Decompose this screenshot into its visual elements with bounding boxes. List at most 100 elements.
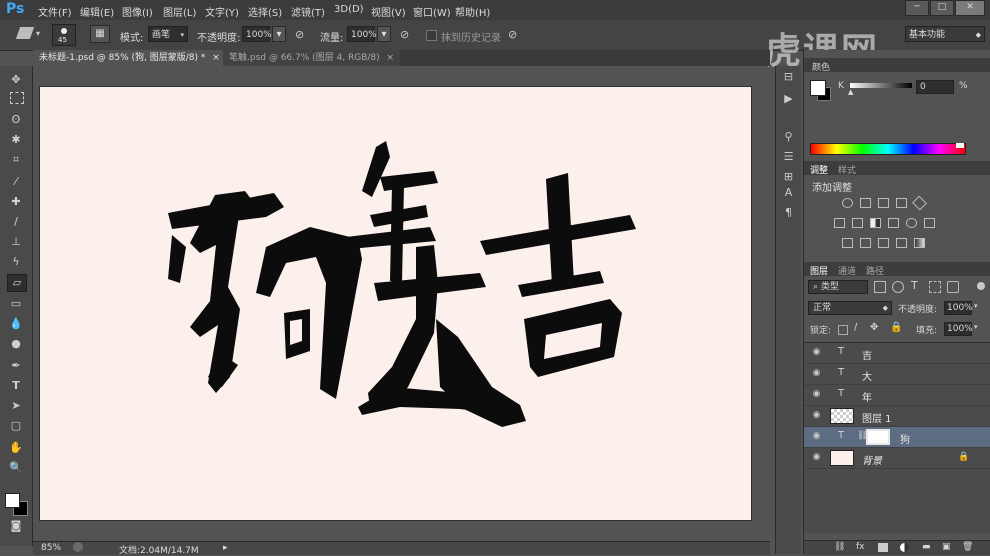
path-selection-tool-icon[interactable]: ➤ [7, 398, 25, 414]
threshold-icon[interactable] [878, 238, 889, 248]
tab-color[interactable]: 颜色 [812, 60, 830, 73]
filter-type-icon[interactable]: T [911, 279, 918, 292]
brush-presets-icon[interactable]: ⚲ [781, 130, 796, 144]
opacity-dropdown-icon[interactable]: ▾ [272, 26, 286, 42]
layer-row-nian[interactable]: ◉ T 年 [804, 385, 990, 406]
clone-stamp-tool-icon[interactable]: ⊥ [7, 234, 25, 250]
airbrush-icon[interactable]: ⊘ [400, 28, 409, 41]
layer-row-background[interactable]: ◉ 背景 🔒 [804, 448, 990, 469]
paragraph-panel-icon[interactable]: ¶ [781, 206, 796, 220]
magic-wand-tool-icon[interactable]: ✱ [7, 132, 25, 148]
menu-edit[interactable]: 编辑(E) [80, 4, 114, 19]
color-balance-icon[interactable] [852, 218, 863, 228]
eye-icon[interactable]: ◉ [811, 390, 822, 399]
new-layer-icon[interactable]: ▣ [942, 542, 951, 552]
eye-icon[interactable]: ◉ [811, 411, 822, 420]
quick-mask-icon[interactable]: ◙ [7, 518, 25, 534]
layer-row-gou-selected[interactable]: ◉ T ⛓ 狗 [804, 427, 990, 448]
marquee-tool-icon[interactable] [10, 92, 24, 104]
new-adjustment-icon[interactable] [900, 543, 909, 552]
erase-history-checkbox[interactable] [426, 30, 437, 41]
layer-style-icon[interactable]: fx [856, 542, 865, 552]
menu-view[interactable]: 视图(V) [371, 4, 406, 19]
tab-adjustments[interactable]: 调整 [810, 163, 828, 176]
new-group-icon[interactable]: ▬ [922, 542, 931, 552]
blur-tool-icon[interactable]: 💧 [7, 316, 25, 332]
tab-document-1[interactable]: 未标题-1.psd @ 85% (狗, 图层蒙版/8) * × [33, 50, 226, 66]
history-panel-icon[interactable]: ⊟ [781, 70, 796, 84]
actions-panel-icon[interactable]: ▶ [781, 92, 796, 106]
filter-smart-object-icon[interactable] [947, 281, 959, 293]
character-panel-icon[interactable]: A [781, 186, 796, 200]
add-mask-icon[interactable] [878, 543, 888, 552]
brightness-icon[interactable] [842, 198, 853, 208]
fill-field[interactable]: 100% [944, 322, 973, 336]
eraser-tool-icon[interactable]: ▱ [7, 274, 27, 292]
menu-type[interactable]: 文字(Y) [205, 4, 239, 19]
menu-window[interactable]: 窗口(W) [413, 4, 451, 19]
pressure-opacity-icon[interactable]: ⊘ [295, 28, 304, 41]
levels-icon[interactable] [860, 198, 871, 208]
zoom-level[interactable]: 85% [41, 543, 61, 553]
menu-image[interactable]: 图像(I) [122, 4, 153, 19]
layer-row-da[interactable]: ◉ T 大 [804, 364, 990, 385]
hand-tool-icon[interactable]: ✋ [7, 440, 25, 456]
exposure-icon[interactable] [896, 198, 907, 208]
filter-pixel-icon[interactable] [874, 281, 886, 293]
eye-icon[interactable]: ◉ [811, 432, 822, 441]
workspace-select[interactable]: 基本功能 ◆ [905, 26, 985, 42]
menu-help[interactable]: 帮助(H) [455, 4, 490, 19]
tab-channels[interactable]: 通道 [838, 264, 856, 277]
eye-icon[interactable]: ◉ [811, 453, 822, 462]
tab-styles[interactable]: 样式 [838, 163, 856, 176]
layer-mask-thumbnail[interactable] [866, 429, 890, 445]
opacity-field[interactable]: 100% [242, 26, 272, 42]
color-lookup-icon[interactable] [924, 218, 935, 228]
delete-layer-icon[interactable]: 🗑 [962, 542, 973, 552]
dodge-tool-icon[interactable]: ● [7, 336, 25, 352]
spectrum-white-chip[interactable] [956, 143, 964, 148]
k-slider-handle-icon[interactable]: ▲ [848, 88, 853, 96]
lock-pixels-icon[interactable]: ∕ [854, 322, 857, 333]
selective-color-icon[interactable] [896, 238, 907, 248]
pressure-size-icon[interactable]: ⊘ [508, 28, 517, 41]
rectangle-tool-icon[interactable]: ▢ [7, 418, 25, 434]
brush-preset-picker[interactable]: 45 [52, 24, 76, 46]
filter-adjustment-icon[interactable] [892, 281, 904, 293]
blend-mode-select[interactable]: 正常 ◆ [808, 301, 892, 315]
color-spectrum-bar[interactable] [810, 143, 966, 155]
layer-filter-select[interactable]: ⌕ 类型 [808, 280, 868, 294]
gradient-tool-icon[interactable]: ▭ [7, 296, 25, 312]
status-menu-arrow-icon[interactable]: ▸ [223, 543, 228, 553]
flow-field[interactable]: 100% [347, 26, 377, 42]
layer-opacity-dropdown-icon[interactable]: ▾ [974, 302, 978, 310]
gradient-map-icon[interactable] [914, 238, 925, 248]
curves-icon[interactable] [878, 198, 889, 208]
pen-tool-icon[interactable]: ✒ [7, 358, 25, 374]
k-slider-track[interactable] [850, 83, 912, 88]
invert-icon[interactable] [842, 238, 853, 248]
close-icon[interactable]: × [387, 53, 395, 63]
tool-preset-chevron-icon[interactable]: ▾ [36, 29, 40, 38]
filter-toggle-icon[interactable] [977, 282, 985, 290]
menu-filter[interactable]: 滤镜(T) [291, 4, 325, 19]
link-layers-icon[interactable]: ⛓ [834, 542, 845, 552]
move-tool-icon[interactable]: ✥ [7, 72, 25, 88]
zoom-tool-icon[interactable]: 🔍 [7, 460, 25, 476]
filter-shape-icon[interactable] [929, 281, 941, 293]
mode-select[interactable]: 画笔 ▾ [148, 26, 188, 42]
layer-row-ji[interactable]: ◉ T 吉 [804, 343, 990, 364]
brush-tool-icon[interactable]: ∕ [7, 214, 25, 230]
menu-file[interactable]: 文件(F) [38, 4, 72, 19]
healing-brush-tool-icon[interactable]: ✚ [7, 194, 25, 210]
layer-opacity-field[interactable]: 100% [944, 301, 973, 315]
history-brush-tool-icon[interactable]: ϟ [7, 254, 25, 270]
brush-panel-icon[interactable]: ▦ [90, 25, 110, 43]
menu-select[interactable]: 选择(S) [248, 4, 282, 19]
tab-document-2[interactable]: 笔触.psd @ 66.7% (图层 4, RGB/8) × [223, 50, 401, 66]
restore-button[interactable]: □ [930, 0, 954, 16]
flow-dropdown-icon[interactable]: ▾ [377, 26, 391, 42]
black-white-icon[interactable] [870, 218, 881, 228]
tab-layers[interactable]: 图层 [810, 264, 828, 277]
menu-3d[interactable]: 3D(D) [334, 4, 364, 15]
